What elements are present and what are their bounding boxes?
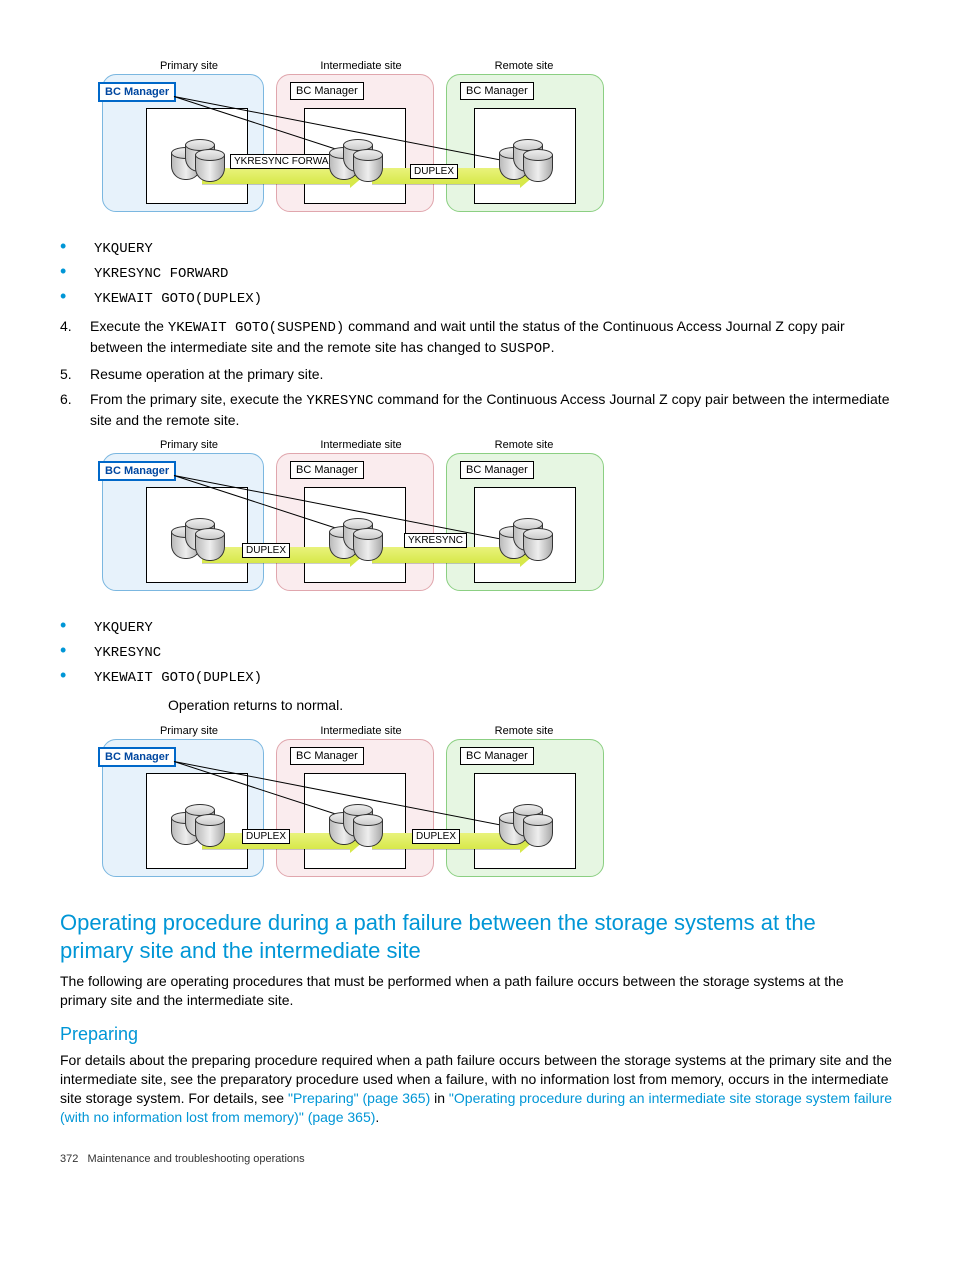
bc-manager-primary: BC Manager: [98, 461, 176, 481]
diagram-ykresync: Primary site Intermediate site Remote si…: [102, 439, 602, 603]
procedure-steps: 4. Execute the YKEWAIT GOTO(SUSPEND) com…: [60, 317, 894, 429]
cmd-ykquery: YKQUERY: [94, 620, 153, 636]
link-preparing[interactable]: "Preparing" (page 365): [288, 1090, 430, 1106]
page-number: 372: [60, 1153, 78, 1165]
step-body: Resume operation at the primary site.: [90, 365, 894, 384]
bc-manager-intermediate: BC Manager: [290, 461, 364, 479]
section-paragraph: The following are operating procedures t…: [60, 972, 894, 1010]
arrow2-label: DUPLEX: [412, 829, 460, 844]
page-footer: 372 Maintenance and troubleshooting oper…: [60, 1153, 894, 1165]
step-number: 6.: [60, 390, 90, 430]
step-body: From the primary site, execute the YKRES…: [90, 390, 894, 430]
storage-intermediate: [304, 773, 406, 869]
step-5: 5. Resume operation at the primary site.: [60, 365, 894, 384]
storage-primary: [146, 487, 248, 583]
storage-remote: [474, 108, 576, 204]
bc-manager-remote: BC Manager: [460, 461, 534, 479]
returns-text: Operation returns to normal.: [168, 696, 894, 715]
footer-title: Maintenance and troubleshooting operatio…: [88, 1153, 305, 1165]
storage-primary: [146, 773, 248, 869]
code: SUSPOP: [500, 341, 550, 357]
text: .: [551, 339, 555, 355]
bc-manager-primary: BC Manager: [98, 747, 176, 767]
label-remote: Remote site: [446, 725, 602, 737]
label-primary: Primary site: [102, 725, 276, 737]
arrow2-label: YKRESYNC: [404, 533, 467, 548]
section-heading: Operating procedure during a path failur…: [60, 909, 894, 964]
cmd-ykquery: YKQUERY: [94, 241, 153, 257]
bc-manager-intermediate: BC Manager: [290, 747, 364, 765]
bc-manager-primary: BC Manager: [98, 82, 176, 102]
code: YKRESYNC: [306, 393, 373, 409]
diagram-resync-forward: Primary site Intermediate site Remote si…: [102, 60, 602, 224]
label-intermediate: Intermediate site: [276, 725, 446, 737]
command-list-1: YKQUERY YKRESYNC FORWARD YKEWAIT GOTO(DU…: [60, 236, 894, 307]
command-list-2: YKQUERY YKRESYNC YKEWAIT GOTO(DUPLEX): [60, 615, 894, 686]
cmd-ykewait-duplex: YKEWAIT GOTO(DUPLEX): [94, 670, 262, 686]
cmd-ykresync-forward: YKRESYNC FORWARD: [94, 266, 228, 282]
text: Execute the: [90, 318, 168, 334]
step-number: 4.: [60, 317, 90, 359]
arrow1-label: DUPLEX: [242, 829, 290, 844]
cmd-ykewait-duplex: YKEWAIT GOTO(DUPLEX): [94, 291, 262, 307]
arrow1-label: DUPLEX: [242, 543, 290, 558]
text: in: [430, 1090, 449, 1106]
label-primary: Primary site: [102, 439, 276, 451]
label-remote: Remote site: [446, 60, 602, 72]
step-number: 5.: [60, 365, 90, 384]
text: .: [375, 1109, 379, 1125]
step-4: 4. Execute the YKEWAIT GOTO(SUSPEND) com…: [60, 317, 894, 359]
bc-manager-intermediate: BC Manager: [290, 82, 364, 100]
label-remote: Remote site: [446, 439, 602, 451]
label-primary: Primary site: [102, 60, 276, 72]
step-body: Execute the YKEWAIT GOTO(SUSPEND) comman…: [90, 317, 894, 359]
cmd-ykresync: YKRESYNC: [94, 645, 161, 661]
step-6: 6. From the primary site, execute the YK…: [60, 390, 894, 430]
label-intermediate: Intermediate site: [276, 439, 446, 451]
bc-manager-remote: BC Manager: [460, 82, 534, 100]
label-intermediate: Intermediate site: [276, 60, 446, 72]
text: From the primary site, execute the: [90, 391, 306, 407]
bc-manager-remote: BC Manager: [460, 747, 534, 765]
storage-intermediate: [304, 487, 406, 583]
sub-paragraph: For details about the preparing procedur…: [60, 1051, 894, 1127]
code: YKEWAIT GOTO(SUSPEND): [168, 320, 344, 336]
sub-heading: Preparing: [60, 1024, 894, 1045]
diagram-normal: Primary site Intermediate site Remote si…: [102, 725, 602, 889]
arrow2-label: DUPLEX: [410, 164, 458, 179]
